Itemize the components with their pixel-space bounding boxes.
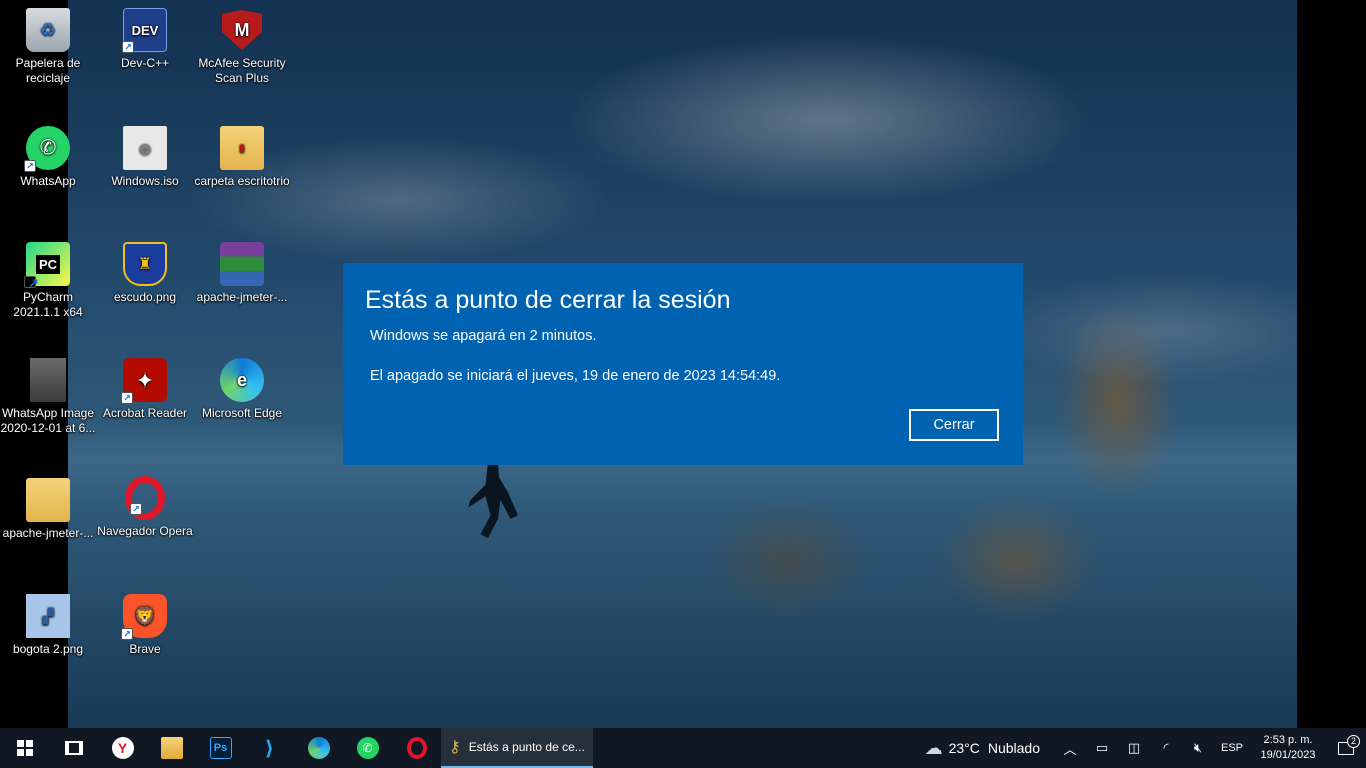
desktop-icon-recycle-bin[interactable]: ♻ Papelera de reciclaje (0, 8, 96, 86)
notification-center-button[interactable]: 2 (1326, 734, 1366, 755)
task-view-button[interactable] (49, 728, 98, 768)
wifi-icon[interactable]: ◜ (1150, 740, 1182, 756)
desktop-icon-label: WhatsApp (20, 174, 76, 188)
taskbar-photoshop-button[interactable]: Ps (196, 728, 245, 768)
mcafee-icon: M (220, 8, 264, 52)
desktop-icon-devcpp[interactable]: DEV ↗ Dev-C++ (97, 8, 193, 71)
start-button[interactable] (0, 728, 49, 768)
taskbar-opera-button[interactable] (392, 728, 441, 768)
pycharm-icon: PC ↗ (24, 242, 70, 290)
file-explorer-icon (160, 737, 183, 759)
dialog-shutdown-countdown: Windows se apagará en 2 minutos. (370, 328, 597, 344)
shortcut-arrow-icon: ↗ (130, 503, 142, 515)
folder-icon: ▮ (220, 126, 264, 170)
desktop-icon-label: escudo.png (113, 290, 177, 304)
desktop-icon-label: PyCharm 2021.1.1 x64 (13, 290, 83, 319)
image-file-icon: ▞ (26, 594, 70, 638)
clock[interactable]: 2:53 p. m. 19/01/2023 (1250, 733, 1326, 763)
weather-temp: 23°C (948, 740, 980, 756)
desktop-icon-opera[interactable]: ↗ Navegador Opera (97, 476, 193, 539)
image-file-icon: ♜ (123, 242, 167, 286)
cloud-icon: ☁ (924, 737, 943, 758)
desktop-icon-label: Navegador Opera (97, 524, 193, 538)
dialog-shutdown-time: El apagado se iniciará el jueves, 19 de … (370, 368, 781, 384)
desktop-icon-label: Brave (129, 642, 161, 656)
yandex-browser-icon: Y (111, 737, 134, 759)
vscode-icon: ⟩ (264, 737, 275, 760)
desktop-icon-label: WhatsApp Image 2020-12-01 at 6... (0, 406, 96, 435)
brave-icon: 🦁 ↗ (121, 594, 167, 640)
shortcut-arrow-icon: ↗ (24, 160, 36, 172)
shutdown-dialog: Estás a punto de cerrar la sesión Window… (343, 263, 1023, 465)
taskbar-whatsapp-button[interactable]: ✆ (343, 728, 392, 768)
edge-icon: e (220, 358, 264, 402)
recycle-bin-icon: ♻ (26, 8, 70, 52)
system-tray: ☁ 23°C Nublado ︿ ▭ ◫ ◜ 🔇︎ ESP 2:53 p. m.… (925, 728, 1366, 768)
taskbar-active-task[interactable]: ⚷ Estás a punto de ce... (441, 728, 593, 768)
speaker-muted-icon[interactable]: 🔇︎ (1182, 740, 1214, 756)
show-hidden-icons-chevron-up-icon[interactable]: ︿ (1054, 739, 1086, 758)
winrar-archive-icon (220, 242, 264, 286)
keys-icon: ⚷ (449, 739, 461, 756)
taskbar-vscode-button[interactable]: ⟩ (245, 728, 294, 768)
clock-time: 2:53 p. m. (1263, 734, 1313, 746)
desktop-icon-label: Acrobat Reader (102, 406, 188, 420)
battery-icon[interactable]: ▭ (1086, 740, 1118, 756)
shortcut-arrow-icon: ↗ (121, 392, 133, 404)
desktop-icon-label: McAfee Security Scan Plus (198, 56, 286, 85)
weather-widget[interactable]: ☁ 23°C Nublado (925, 738, 1040, 759)
desktop-icon-mcafee[interactable]: M McAfee Security Scan Plus (194, 8, 290, 86)
desktop-icon-brave[interactable]: 🦁 ↗ Brave (97, 594, 193, 657)
desktop-icon-carpeta-escritotrio[interactable]: ▮ carpeta escritotrio (194, 126, 290, 189)
taskbar: Y Ps ⟩ ✆ ⚷ Estás a punto de ce... ☁ 23°C… (0, 728, 1366, 768)
close-button[interactable]: Cerrar (909, 409, 999, 441)
disc-image-icon: ◎ (123, 126, 167, 170)
desktop-icon-label: bogota 2.png (12, 642, 84, 656)
weather-condition: Nublado (987, 740, 1040, 756)
taskbar-yandex-button[interactable]: Y (98, 728, 147, 768)
active-task-label: Estás a punto de ce... (468, 740, 585, 754)
desktop-icon-label: Windows.iso (111, 174, 179, 188)
photoshop-icon: Ps (209, 737, 232, 759)
opera-icon: ↗ (125, 476, 165, 520)
desktop-icon-apache-jmeter-folder[interactable]: apache-jmeter-... (0, 478, 96, 541)
desktop-icon-whatsapp[interactable]: ✆ ↗ WhatsApp (0, 126, 96, 189)
desktop-icon-bogota[interactable]: ▞ bogota 2.png (0, 594, 96, 657)
edge-icon (307, 737, 330, 759)
desktop-icon-edge[interactable]: e Microsoft Edge (194, 358, 290, 421)
clock-date: 19/01/2023 (1260, 749, 1316, 761)
whatsapp-icon: ✆ ↗ (24, 126, 70, 172)
acrobat-icon: ✦ ↗ (121, 358, 167, 404)
desktop-icon-windows-iso[interactable]: ◎ Windows.iso (97, 126, 193, 189)
desktop-icon-pycharm[interactable]: PC ↗ PyCharm 2021.1.1 x64 (0, 242, 96, 320)
devcpp-icon: DEV ↗ (122, 8, 167, 53)
desktop-icon-label: apache-jmeter-... (2, 526, 94, 540)
notification-count: 2 (1347, 734, 1360, 748)
windows-logo-icon (16, 740, 33, 756)
input-language[interactable]: ESP (1214, 742, 1250, 754)
desktop-icon-whatsapp-image[interactable]: WhatsApp Image 2020-12-01 at 6... (0, 358, 96, 436)
taskbar-edge-button[interactable] (294, 728, 343, 768)
taskbar-file-explorer-button[interactable] (147, 728, 196, 768)
shortcut-arrow-icon: ↗ (121, 628, 133, 640)
desktop-icon-acrobat[interactable]: ✦ ↗ Acrobat Reader (97, 358, 193, 421)
desktop-icon-label: Microsoft Edge (201, 406, 283, 420)
shortcut-arrow-icon: ↗ (24, 276, 39, 290)
desktop-icon-escudo[interactable]: ♜ escudo.png (97, 242, 193, 305)
task-view-icon (64, 741, 83, 755)
shortcut-arrow-icon: ↗ (122, 41, 134, 53)
whatsapp-icon: ✆ (356, 737, 379, 759)
desktop-icon-apache-jmeter-archive[interactable]: apache-jmeter-... (194, 242, 290, 305)
camera-icon[interactable]: ◫ (1118, 740, 1150, 756)
photo-thumbnail-icon (30, 358, 66, 402)
opera-icon (406, 737, 427, 759)
dialog-title: Estás a punto de cerrar la sesión (365, 286, 731, 314)
desktop-icon-label: carpeta escritotrio (194, 174, 290, 188)
wallpaper-runner-silhouette (468, 462, 518, 538)
desktop-icon-label: Papelera de reciclaje (15, 56, 81, 85)
folder-icon (26, 478, 70, 522)
desktop-icon-label: Dev-C++ (120, 56, 170, 70)
desktop-icon-label: apache-jmeter-... (196, 290, 288, 304)
